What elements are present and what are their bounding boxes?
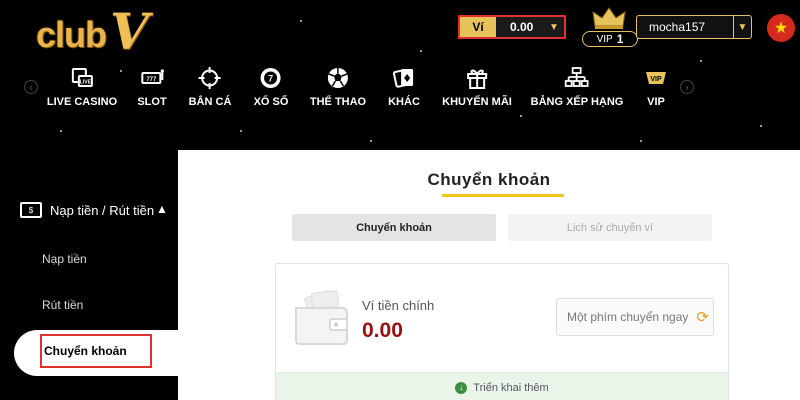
sidebar: $ Nạp tiền / Rút tiền ▲ Nạp tiền Rút tiề… xyxy=(0,150,194,400)
nav-item-ban-ca[interactable]: BẮN CÁ xyxy=(188,66,232,108)
refresh-icon: ⟳ xyxy=(696,309,709,326)
expand-more-bar[interactable]: ↓ Triển khai thêm xyxy=(276,372,728,400)
ranking-icon xyxy=(565,67,589,87)
wallet-icon xyxy=(295,290,348,345)
nav-prev-arrow-icon[interactable]: ‹ xyxy=(24,80,38,94)
arrow-down-circle-icon: ↓ xyxy=(455,381,468,394)
nav-label: VIP xyxy=(647,96,665,108)
nav-label: LIVE CASINO xyxy=(46,96,118,108)
nav-label: THỂ THAO xyxy=(309,96,367,108)
expand-label: Triển khai thêm xyxy=(473,381,549,394)
nav-item-xo-so[interactable]: 7 XỔ SỐ xyxy=(253,66,289,108)
svg-text:7: 7 xyxy=(268,74,273,84)
vip-icon: VIP xyxy=(646,72,666,84)
logo-letter: V xyxy=(110,2,149,61)
vip-level: 1 xyxy=(616,32,624,46)
wallet-card-amount: 0.00 xyxy=(362,319,403,342)
crown-icon xyxy=(592,7,626,29)
nav-label: XỔ SỐ xyxy=(253,96,289,108)
nav-item-bang-xep-hang[interactable]: BẢNG XẾP HẠNG xyxy=(530,66,624,108)
one-click-transfer-button[interactable]: Một phím chuyển ngay ⟳ xyxy=(556,298,714,336)
vietnam-flag-icon[interactable]: ★ xyxy=(767,14,795,42)
chevron-up-icon: ▲ xyxy=(156,202,168,216)
username: mocha157 xyxy=(649,20,706,34)
main-panel: Chuyển khoản Chuyển khoản Lịch sử chuyển… xyxy=(178,150,800,400)
main-wallet-card: Ví tiền chính 0.00 Một phím chuyển ngay … xyxy=(275,263,729,400)
wallet-card-label: Ví tiền chính xyxy=(362,298,435,313)
svg-text:LIVE: LIVE xyxy=(80,80,92,86)
sidebar-section-title: Nạp tiền / Rút tiền xyxy=(50,202,155,218)
slot-icon: 777 xyxy=(141,69,164,84)
nav-label: BẢNG XẾP HẠNG xyxy=(530,96,624,108)
wallet-balance-dropdown[interactable]: Ví 0.00 ▼ xyxy=(458,15,566,39)
tab-lich-su-chuyen-vi[interactable]: Lịch sử chuyển ví xyxy=(508,214,712,241)
vip-level-badge: VIP 1 xyxy=(582,31,638,47)
nav-item-khac[interactable]: KHÁC xyxy=(388,66,420,108)
svg-text:VIP: VIP xyxy=(650,76,662,83)
money-icon: $ xyxy=(20,202,42,218)
nav-item-khuyen-mai[interactable]: KHUYẾN MÃI xyxy=(442,66,512,108)
nav-label: BẮN CÁ xyxy=(188,96,232,108)
nav-label: KHÁC xyxy=(388,96,420,108)
chevron-down-icon: ▼ xyxy=(733,16,751,38)
wallet-amount: 0.00 xyxy=(510,20,534,34)
nav-item-live-casino[interactable]: LIVE LIVE CASINO xyxy=(47,66,117,108)
sidebar-item-chuyen-khoan[interactable]: Chuyển khoản xyxy=(40,334,152,368)
live-casino-icon: LIVE xyxy=(71,68,93,87)
vip-prefix: VIP xyxy=(596,33,613,45)
chevron-down-icon: ▼ xyxy=(549,21,559,33)
club-v-logo[interactable]: club V xyxy=(36,2,149,61)
lottery-ball-icon: 7 xyxy=(261,68,281,88)
tab-chuyen-khoan[interactable]: Chuyển khoản xyxy=(292,214,496,241)
crosshair-icon xyxy=(199,67,221,89)
user-account-dropdown[interactable]: mocha157 ▼ xyxy=(636,15,752,39)
transfer-button-label: Một phím chuyển ngay xyxy=(567,310,689,324)
title-underline xyxy=(442,194,564,197)
page-title: Chuyển khoản xyxy=(427,170,551,189)
sidebar-item-rut-tien[interactable]: Rút tiền xyxy=(42,298,83,312)
soccer-ball-icon xyxy=(327,68,348,88)
nav-label: KHUYẾN MÃI xyxy=(442,96,512,108)
nav-label: SLOT xyxy=(137,96,167,108)
svg-text:777: 777 xyxy=(146,77,157,83)
wallet-label: Ví xyxy=(460,17,496,37)
nav-item-vip[interactable]: VIP VIP xyxy=(644,66,668,108)
gift-icon xyxy=(466,69,487,89)
nav-next-arrow-icon[interactable]: › xyxy=(680,80,694,94)
logo-text: club xyxy=(36,14,107,55)
nav-item-slot[interactable]: 777 SLOT xyxy=(137,66,167,108)
sidebar-item-nap-tien[interactable]: Nạp tiền xyxy=(42,252,87,266)
cards-icon xyxy=(392,69,413,88)
sidebar-section-deposit-withdraw[interactable]: $ Nạp tiền / Rút tiền ▲ xyxy=(20,202,168,218)
nav-item-the-thao[interactable]: THỂ THAO xyxy=(310,66,366,108)
